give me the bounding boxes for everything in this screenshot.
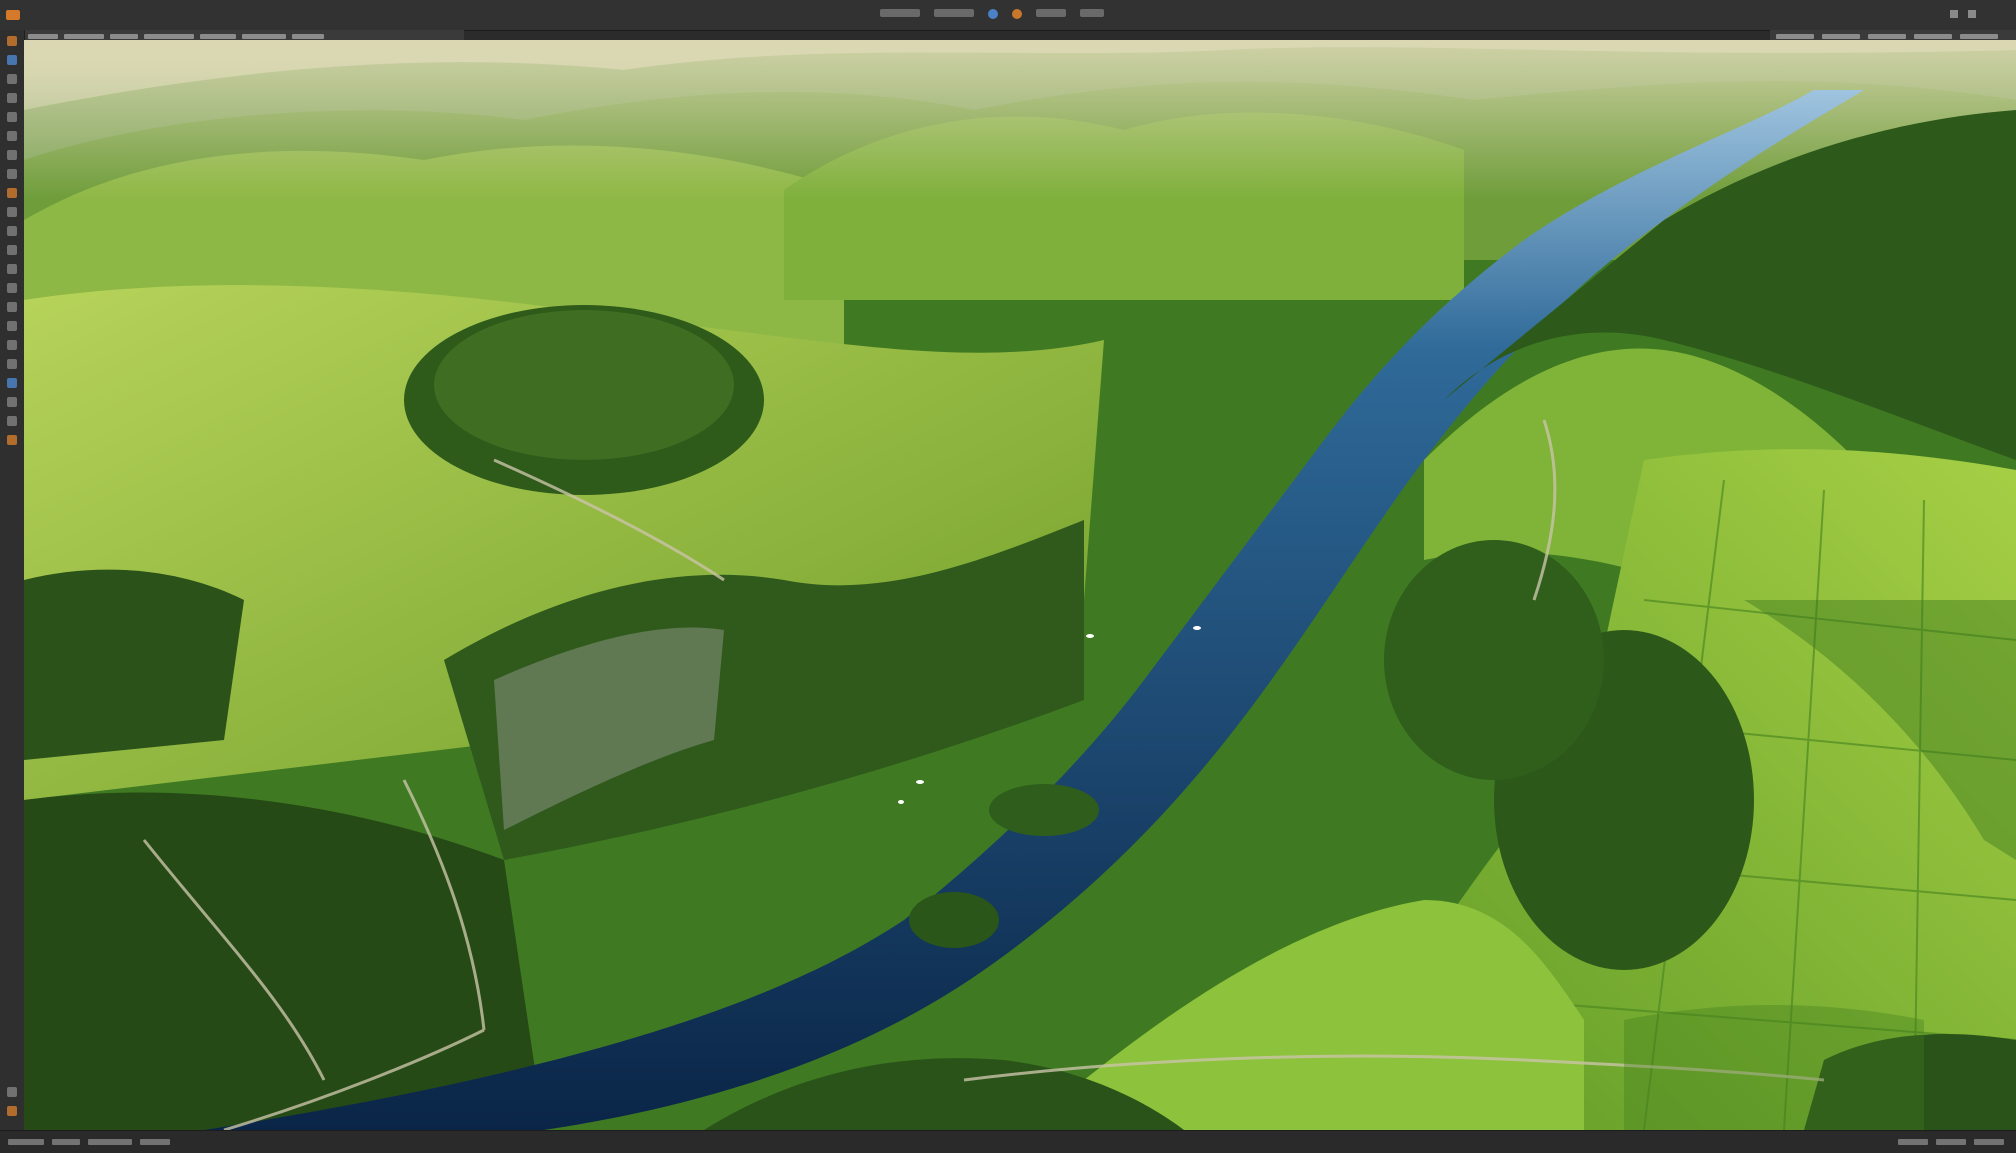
document-canvas[interactable] xyxy=(24,40,2016,1130)
workspace-controls xyxy=(880,9,1104,19)
background-color-icon[interactable] xyxy=(7,1106,17,1116)
status-item xyxy=(140,1139,170,1145)
tools-panel xyxy=(0,30,25,1136)
option-chip[interactable] xyxy=(1822,33,1860,39)
status-chip xyxy=(1898,1139,1928,1145)
landscape-image xyxy=(24,40,2016,1130)
status-right xyxy=(1898,1139,2004,1145)
foreground-color-icon[interactable] xyxy=(7,1087,17,1097)
stamp-tool-icon[interactable] xyxy=(7,169,17,179)
option-chip[interactable] xyxy=(110,33,138,39)
workspace-pill-4[interactable] xyxy=(1080,9,1104,17)
option-chip[interactable] xyxy=(200,33,236,39)
blur-tool-icon[interactable] xyxy=(7,245,17,255)
history-brush-icon[interactable] xyxy=(7,188,17,198)
extra-tool-icon[interactable] xyxy=(7,416,17,426)
workspace-pill-2[interactable] xyxy=(934,9,974,17)
workspace-pill-3[interactable] xyxy=(1036,9,1066,17)
workspace-pill-1[interactable] xyxy=(880,9,920,17)
status-blue-icon[interactable] xyxy=(988,9,998,19)
option-chip[interactable] xyxy=(1914,33,1952,39)
eraser-tool-icon[interactable] xyxy=(7,207,17,217)
marquee-tool-icon[interactable] xyxy=(7,55,17,65)
option-chip[interactable] xyxy=(1868,33,1906,39)
status-orange-icon[interactable] xyxy=(1012,9,1022,19)
gradient-tool-icon[interactable] xyxy=(7,226,17,236)
status-bar xyxy=(0,1130,2016,1153)
zoom-tool-icon[interactable] xyxy=(7,378,17,388)
option-chip[interactable] xyxy=(1960,33,1998,39)
crop-tool-icon[interactable] xyxy=(7,93,17,103)
lasso-tool-icon[interactable] xyxy=(7,74,17,84)
move-tool-icon[interactable] xyxy=(7,36,17,46)
eyedropper-tool-icon[interactable] xyxy=(7,112,17,122)
option-chip[interactable] xyxy=(64,33,104,39)
status-chip xyxy=(1974,1139,2004,1145)
doc-info-readout xyxy=(52,1139,80,1145)
menu-bar xyxy=(0,0,2016,31)
dodge-tool-icon[interactable] xyxy=(7,264,17,274)
type-tool-icon[interactable] xyxy=(7,302,17,312)
option-chip[interactable] xyxy=(28,33,58,39)
healing-tool-icon[interactable] xyxy=(7,131,17,141)
app-logo-icon[interactable] xyxy=(6,10,20,20)
status-chip xyxy=(1936,1139,1966,1145)
share-icon[interactable] xyxy=(1968,10,1976,18)
search-icon[interactable] xyxy=(1950,10,1958,18)
zoom-level-readout[interactable] xyxy=(8,1139,44,1145)
more-tools-icon[interactable] xyxy=(7,397,17,407)
path-select-icon[interactable] xyxy=(7,321,17,331)
option-chip[interactable] xyxy=(242,33,286,39)
hand-tool-icon[interactable] xyxy=(7,359,17,369)
option-chip[interactable] xyxy=(144,33,194,39)
quick-mask-icon[interactable] xyxy=(7,435,17,445)
pen-tool-icon[interactable] xyxy=(7,283,17,293)
window-controls xyxy=(1950,10,1976,18)
option-chip[interactable] xyxy=(1776,33,1814,39)
shape-tool-icon[interactable] xyxy=(7,340,17,350)
doc-size-readout xyxy=(88,1139,132,1145)
brush-tool-icon[interactable] xyxy=(7,150,17,160)
option-chip[interactable] xyxy=(292,33,324,39)
